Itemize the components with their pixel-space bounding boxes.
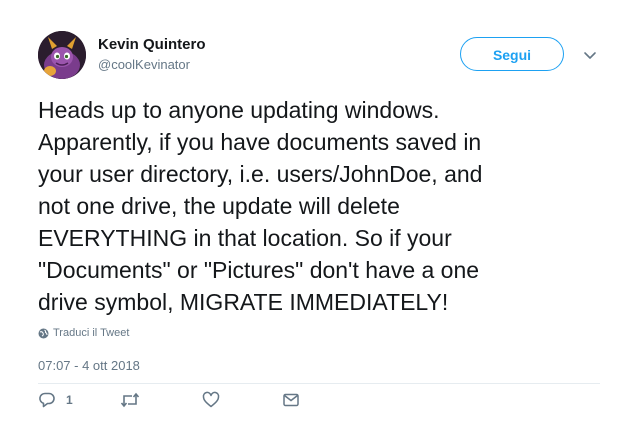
- tweet-text-line: Heads up to anyone updating windows.: [38, 97, 440, 123]
- user-name[interactable]: Kevin Quintero: [98, 36, 206, 53]
- translate-link[interactable]: Traduci il Tweet: [38, 327, 129, 339]
- tweet-text-line: EVERYTHING in that location. So if your: [38, 225, 452, 251]
- direct-message-button[interactable]: [282, 391, 300, 409]
- globe-icon: [38, 328, 49, 339]
- translate-label[interactable]: Traduci il Tweet: [53, 327, 129, 339]
- tweet-text-line: "Documents" or "Pictures" don't have a o…: [38, 257, 480, 283]
- retweet-button[interactable]: [120, 391, 140, 409]
- tweet-text: Heads up to anyone updating windows. App…: [38, 94, 608, 318]
- tweet-card: Kevin Quintero @coolKevinator Segui Head…: [0, 0, 637, 436]
- like-button[interactable]: [202, 391, 220, 409]
- tweet-text-line: Apparently, if you have documents saved …: [38, 129, 482, 155]
- envelope-icon: [282, 391, 300, 409]
- tweet-text-line: your user directory, i.e. users/JohnDoe,…: [38, 161, 483, 187]
- divider: [38, 383, 600, 384]
- avatar[interactable]: [38, 31, 86, 79]
- tweet-text-line: not one drive, the update will delete: [38, 193, 400, 219]
- timestamp[interactable]: 07:07 - 4 ott 2018: [38, 358, 140, 373]
- tweet-text-line: drive symbol, MIGRATE IMMEDIATELY!: [38, 289, 449, 315]
- user-handle[interactable]: @coolKevinator: [98, 57, 190, 72]
- reply-icon: [38, 391, 56, 409]
- reply-button[interactable]: 1: [38, 391, 73, 409]
- reply-count: 1: [66, 393, 73, 407]
- heart-icon: [202, 391, 220, 409]
- retweet-icon: [120, 391, 140, 409]
- follow-button[interactable]: Segui: [460, 37, 564, 71]
- chevron-down-icon[interactable]: [582, 47, 598, 63]
